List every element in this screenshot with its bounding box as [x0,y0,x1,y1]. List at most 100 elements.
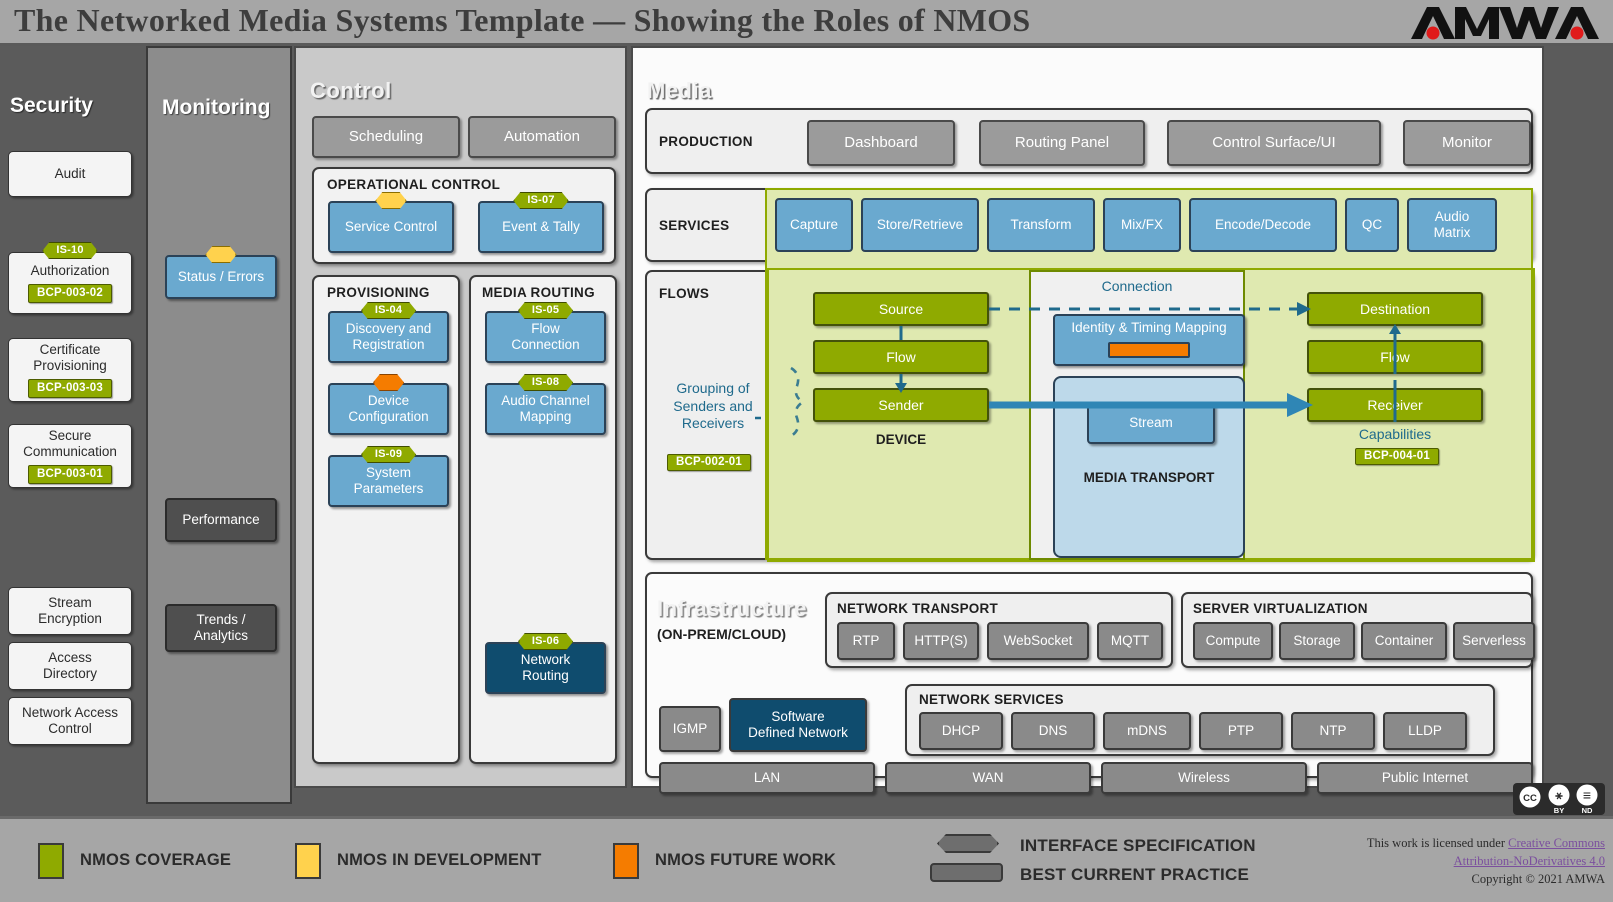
system-parameters-box[interactable]: IS-09 System Parameters [328,455,449,507]
button-label: DHCP [941,723,981,739]
security-item-network-access-control[interactable]: Network Access Control [8,697,132,745]
provisioning-panel: PROVISIONING IS-04 Discovery and Registr… [312,275,460,764]
inf-igmp[interactable]: IGMP [659,706,721,752]
inf-wireless[interactable]: Wireless [1101,762,1307,794]
security-item-access-directory[interactable]: Access Directory [8,642,132,690]
inf-mdns[interactable]: mDNS [1103,712,1191,750]
security-item-label: Certificate Provisioning [33,342,107,374]
svg-text:CC: CC [1523,793,1537,804]
service-encode-decode[interactable]: Encode/Decode [1189,198,1337,252]
monitoring-item-status-errors[interactable]: Status / Errors [165,255,277,299]
inf-compute[interactable]: Compute [1193,622,1273,660]
button-label: Dashboard [844,134,918,151]
flows-destination-box[interactable]: Destination [1307,292,1483,326]
flows-flow-box-receiver[interactable]: Flow [1307,340,1483,374]
inf-software-defined-network[interactable]: Software Defined Network [729,698,867,752]
media-routing-panel: MEDIA ROUTING IS-05 Flow Connection IS-0… [469,275,617,764]
inf-websocket[interactable]: WebSocket [987,622,1089,660]
flows-flow-box-sender[interactable]: Flow [813,340,989,374]
box-label: Capture [789,216,839,232]
security-item-authorization[interactable]: IS-10 Authorization BCP-003-02 [8,252,132,314]
flows-sender-box[interactable]: Sender [813,388,989,422]
security-item-stream-encryption[interactable]: Stream Encryption [8,587,132,635]
button-label: LAN [753,770,781,786]
inf-public-internet[interactable]: Public Internet [1317,762,1533,794]
service-transform[interactable]: Transform [987,198,1095,252]
box-label: Encode/Decode [1214,216,1312,232]
production-monitor[interactable]: Monitor [1403,120,1531,166]
inf-mqtt[interactable]: MQTT [1097,622,1163,660]
inf-serverless[interactable]: Serverless [1453,622,1535,660]
security-item-certificate-provisioning[interactable]: Certificate Provisioning BCP-003-03 [8,338,132,402]
box-label: Network Routing [520,651,571,683]
button-label: IGMP [672,721,708,737]
box-label: Event & Tally [502,218,580,234]
flows-receiver-box[interactable]: Receiver [1307,388,1483,422]
security-item-label: Access Directory [42,649,97,681]
page-header: The Networked Media Systems Template — S… [0,0,1613,46]
production-routing-panel[interactable]: Routing Panel [979,120,1145,166]
grouping-senders-receivers-label: Grouping of Senders and Receivers [673,380,753,431]
svg-text:≡: ≡ [1583,787,1591,803]
server-virtualization-group: SERVER VIRTUALIZATION Compute Storage Co… [1181,592,1535,668]
button-label: mDNS [1127,723,1167,739]
inf-dns[interactable]: DNS [1011,712,1095,750]
stream-box[interactable]: Stream [1087,402,1215,444]
security-item-secure-communication[interactable]: Secure Communication BCP-003-01 [8,424,132,488]
button-label: Control Surface/UI [1212,134,1336,151]
network-transport-label: NETWORK TRANSPORT [837,601,998,616]
legend-bar: CC ⚹ BY ≡ ND NMOS COVERAGE NMOS IN DEVEL… [0,783,1613,902]
license-prefix: This work is licensed under [1366,836,1509,850]
production-dashboard[interactable]: Dashboard [807,120,955,166]
box-label: Flow [1380,349,1410,365]
button-label: PTP [1227,723,1255,739]
control-scheduling-button[interactable]: Scheduling [312,116,460,158]
copyright-text: Copyright © 2021 AMWA [1471,871,1605,886]
future-work-tag [373,374,404,391]
monitoring-item-performance[interactable]: Performance [165,498,277,542]
inf-container[interactable]: Container [1361,622,1447,660]
discovery-registration-box[interactable]: IS-04 Discovery and Registration [328,311,449,363]
inf-lan[interactable]: LAN [659,762,875,794]
device-configuration-box[interactable]: Device Configuration [328,383,449,435]
infrastructure-title: Infrastructure [657,596,808,621]
event-tally-box[interactable]: IS-07 Event & Tally [478,201,604,253]
monitoring-item-trends-analytics[interactable]: Trends / Analytics [165,604,277,652]
flow-connection-box[interactable]: IS-05 Flow Connection [485,311,606,363]
is-07-tag: IS-07 [513,192,568,209]
inf-https[interactable]: HTTP(S) [903,622,979,660]
box-label: Device Configuration [348,392,429,424]
control-automation-button[interactable]: Automation [468,116,616,158]
inf-ntp[interactable]: NTP [1291,712,1375,750]
page-title: The Networked Media Systems Template — S… [14,2,1031,38]
security-item-label: Audit [54,165,86,181]
inf-rtp[interactable]: RTP [837,622,895,660]
service-control-box[interactable]: Service Control [328,201,454,253]
media-column: Media PRODUCTION Dashboard Routing Panel… [631,46,1544,794]
license-link-creative-commons[interactable]: Creative Commons [1508,836,1605,850]
media-title: Media [647,78,712,103]
network-routing-box[interactable]: IS-06 Network Routing [485,642,606,694]
service-qc[interactable]: QC [1345,198,1399,252]
audio-channel-mapping-box[interactable]: IS-08 Audio Channel Mapping [485,383,606,435]
license-link-attribution-noderivatives[interactable]: Attribution-NoDerivatives 4.0 [1454,854,1605,868]
security-item-audit[interactable]: Audit [8,151,132,197]
operational-control-panel: OPERATIONAL CONTROL Service Control IS-0… [312,167,616,264]
security-item-label: Stream Encryption [38,594,102,626]
nmos-coverage-region: Capture Store/Retrieve Transform Mix/FX … [765,188,1535,562]
operational-control-label: OPERATIONAL CONTROL [327,177,501,192]
identity-timing-mapping-box[interactable]: Identity & Timing Mapping [1053,314,1245,366]
inf-dhcp[interactable]: DHCP [919,712,1003,750]
service-capture[interactable]: Capture [775,198,853,252]
inf-storage[interactable]: Storage [1279,622,1355,660]
flows-source-box[interactable]: Source [813,292,989,326]
service-mix-fx[interactable]: Mix/FX [1103,198,1181,252]
capabilities-label: Capabilities [1358,426,1432,442]
service-audio-matrix[interactable]: Audio Matrix [1407,198,1497,252]
inf-lldp[interactable]: LLDP [1383,712,1467,750]
inf-ptp[interactable]: PTP [1199,712,1283,750]
service-store-retrieve[interactable]: Store/Retrieve [861,198,979,252]
box-label: Audio Matrix [1433,208,1471,240]
production-control-surface-ui[interactable]: Control Surface/UI [1167,120,1381,166]
inf-wan[interactable]: WAN [885,762,1091,794]
